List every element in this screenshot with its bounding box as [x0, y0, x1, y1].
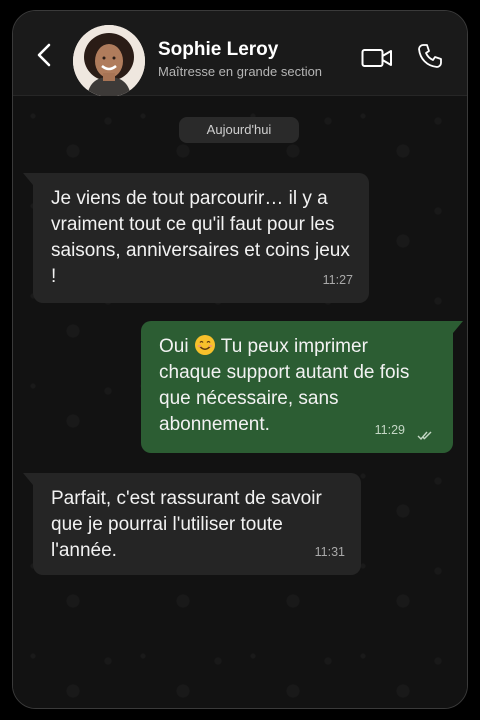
avatar-image — [73, 25, 145, 97]
bubble-tail — [453, 321, 463, 333]
message-incoming[interactable]: Parfait, c'est rassurant de savoir que j… — [23, 473, 361, 575]
video-camera-icon[interactable] — [361, 47, 393, 69]
chat-area[interactable]: Aujourd'hui Je viens de tout parcourir… … — [13, 96, 467, 708]
contact-name[interactable]: Sophie Leroy — [158, 39, 278, 61]
double-check-read-icon — [417, 431, 432, 441]
bubble-tail — [23, 473, 33, 485]
message-time: 11:31 — [314, 545, 345, 559]
avatar[interactable] — [73, 25, 145, 97]
message-text-start: Oui — [159, 336, 189, 357]
contact-status: Maîtresse en grande section — [158, 64, 323, 79]
smiling-face-emoji — [194, 335, 215, 355]
bubble-tail — [23, 173, 33, 185]
message-text: Je viens de tout parcourir… il y a vraim… — [51, 188, 350, 287]
chat-header: Sophie Leroy Maîtresse en grande section — [13, 11, 467, 97]
phone-icon[interactable] — [417, 43, 443, 69]
message-time: 11:29 — [374, 423, 405, 437]
back-arrow-icon[interactable] — [33, 41, 57, 69]
phone-frame: Sophie Leroy Maîtresse en grande section… — [12, 10, 468, 709]
message-text: Parfait, c'est rassurant de savoir que j… — [51, 488, 322, 561]
message-time: 11:27 — [322, 273, 353, 287]
message-incoming[interactable]: Je viens de tout parcourir… il y a vraim… — [23, 173, 369, 303]
date-separator: Aujourd'hui — [179, 117, 299, 143]
message-outgoing[interactable]: Oui Tu peux imprimer chaque support auta… — [141, 321, 463, 453]
